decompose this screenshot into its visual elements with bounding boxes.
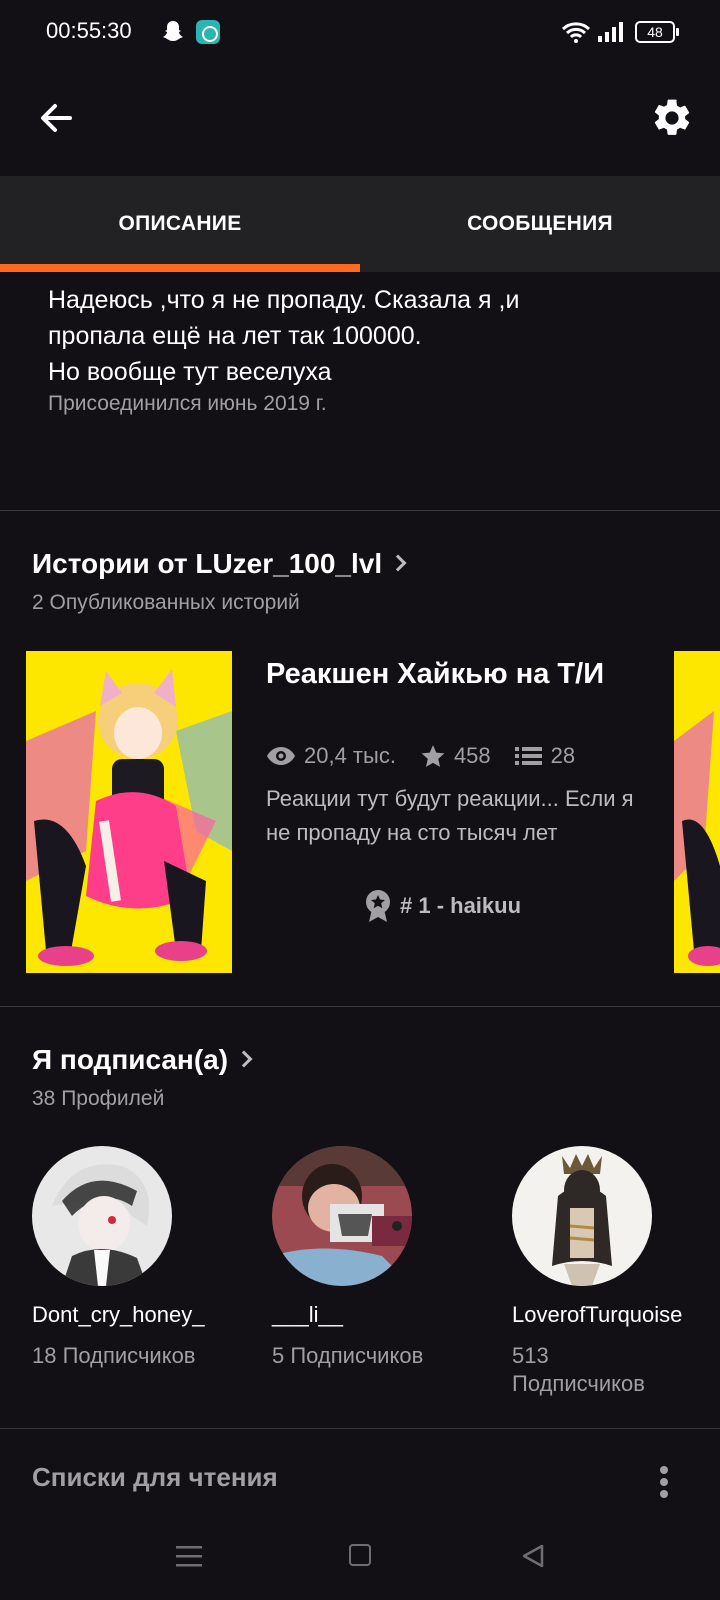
profile-name: LoverofTurquoise bbox=[512, 1302, 683, 1327]
story-title[interactable]: Реакшен Хайкью на Т/И bbox=[266, 654, 646, 694]
story-description: Реакции тут будут реакции... Если я не п… bbox=[266, 786, 634, 845]
story-stats: 20,4 тыс. 458 28 bbox=[266, 740, 599, 772]
divider bbox=[0, 510, 720, 511]
profile-followers: 18 Подписчиков bbox=[32, 1343, 196, 1368]
home-icon[interactable] bbox=[349, 1544, 371, 1566]
profile-followers: 5 Подписчиков bbox=[272, 1343, 424, 1368]
eye-icon bbox=[267, 747, 295, 765]
story-cover-next[interactable] bbox=[674, 651, 720, 973]
rank-label: # 1 - haikuu bbox=[400, 893, 522, 918]
chevron-right-icon bbox=[389, 554, 407, 572]
profile-name: Dont_cry_honey_ bbox=[32, 1302, 205, 1327]
stories-count: 2 Опубликованных историй bbox=[32, 591, 300, 614]
reads-stat: 20,4 тыс. bbox=[266, 743, 396, 769]
notification-app-icon bbox=[196, 20, 220, 44]
system-nav-bar bbox=[0, 1510, 720, 1600]
top-app-bar bbox=[0, 64, 720, 176]
avatar bbox=[32, 1146, 172, 1286]
story-rank[interactable]: # 1 - haikuu bbox=[364, 888, 521, 924]
votes-count: 458 bbox=[453, 743, 491, 768]
description-line: Но вообще тут веселуха bbox=[48, 358, 332, 386]
profile-description: Надеюсь ,что я не пропаду. Сказала я ,и … bbox=[48, 282, 688, 416]
following-section-title[interactable]: Я подписан(а) bbox=[32, 1044, 253, 1076]
parts-count: 28 bbox=[550, 743, 576, 768]
signal-icon bbox=[598, 22, 623, 42]
profile-tabs: ОПИСАНИЕ СООБЩЕНИЯ bbox=[0, 176, 720, 272]
tab-messages[interactable]: СООБЩЕНИЯ bbox=[360, 176, 720, 272]
status-bar: 00:55:30 48 bbox=[0, 0, 720, 64]
following-title-text: Я подписан(а) bbox=[32, 1044, 229, 1075]
battery-icon: 48 bbox=[635, 21, 679, 43]
recent-apps-icon[interactable] bbox=[176, 1544, 202, 1568]
divider bbox=[0, 1428, 720, 1429]
description-line: Надеюсь ,что я не пропаду. Сказала я ,и bbox=[48, 286, 520, 314]
divider bbox=[0, 1006, 720, 1007]
star-icon bbox=[421, 745, 445, 767]
following-count: 38 Профилей bbox=[32, 1087, 165, 1110]
wifi-icon bbox=[561, 22, 591, 43]
votes-stat: 458 bbox=[420, 743, 491, 769]
chevron-right-icon bbox=[235, 1050, 253, 1068]
stories-title-text: Истории от LUzer_100_lvl bbox=[32, 548, 383, 579]
story-cover[interactable] bbox=[26, 651, 232, 973]
active-tab-indicator bbox=[0, 264, 360, 272]
profile-followers: 513 Подписчиков bbox=[512, 1343, 645, 1396]
stories-section-title[interactable]: Истории от LUzer_100_lvl bbox=[32, 548, 407, 580]
gear-icon[interactable] bbox=[650, 96, 694, 140]
more-vertical-icon[interactable] bbox=[656, 1464, 672, 1500]
tab-description[interactable]: ОПИСАНИЕ bbox=[0, 176, 360, 272]
arrow-left-icon[interactable] bbox=[36, 98, 76, 138]
profile-card[interactable]: ___li__ 5 Подписчиков bbox=[272, 1146, 492, 1370]
reads-count: 20,4 тыс. bbox=[304, 743, 396, 768]
joined-date: Присоединился июнь 2019 г. bbox=[48, 392, 327, 415]
status-time: 00:55:30 bbox=[46, 18, 132, 43]
profile-card[interactable]: Dont_cry_honey_ 18 Подписчиков bbox=[32, 1146, 252, 1370]
description-line: пропала ещё на лет так 100000. bbox=[48, 322, 422, 350]
list-icon bbox=[514, 747, 542, 765]
profile-name: ___li__ bbox=[272, 1302, 343, 1327]
avatar bbox=[512, 1146, 652, 1286]
parts-stat: 28 bbox=[514, 743, 576, 769]
avatar bbox=[272, 1146, 412, 1286]
snapchat-icon bbox=[163, 21, 183, 41]
profile-card[interactable]: LoverofTurquoise 513 Подписчиков bbox=[512, 1146, 720, 1398]
reading-lists-title[interactable]: Списки для чтения bbox=[32, 1462, 278, 1493]
ribbon-badge-icon bbox=[366, 890, 390, 922]
nav-back-icon[interactable] bbox=[520, 1543, 546, 1569]
